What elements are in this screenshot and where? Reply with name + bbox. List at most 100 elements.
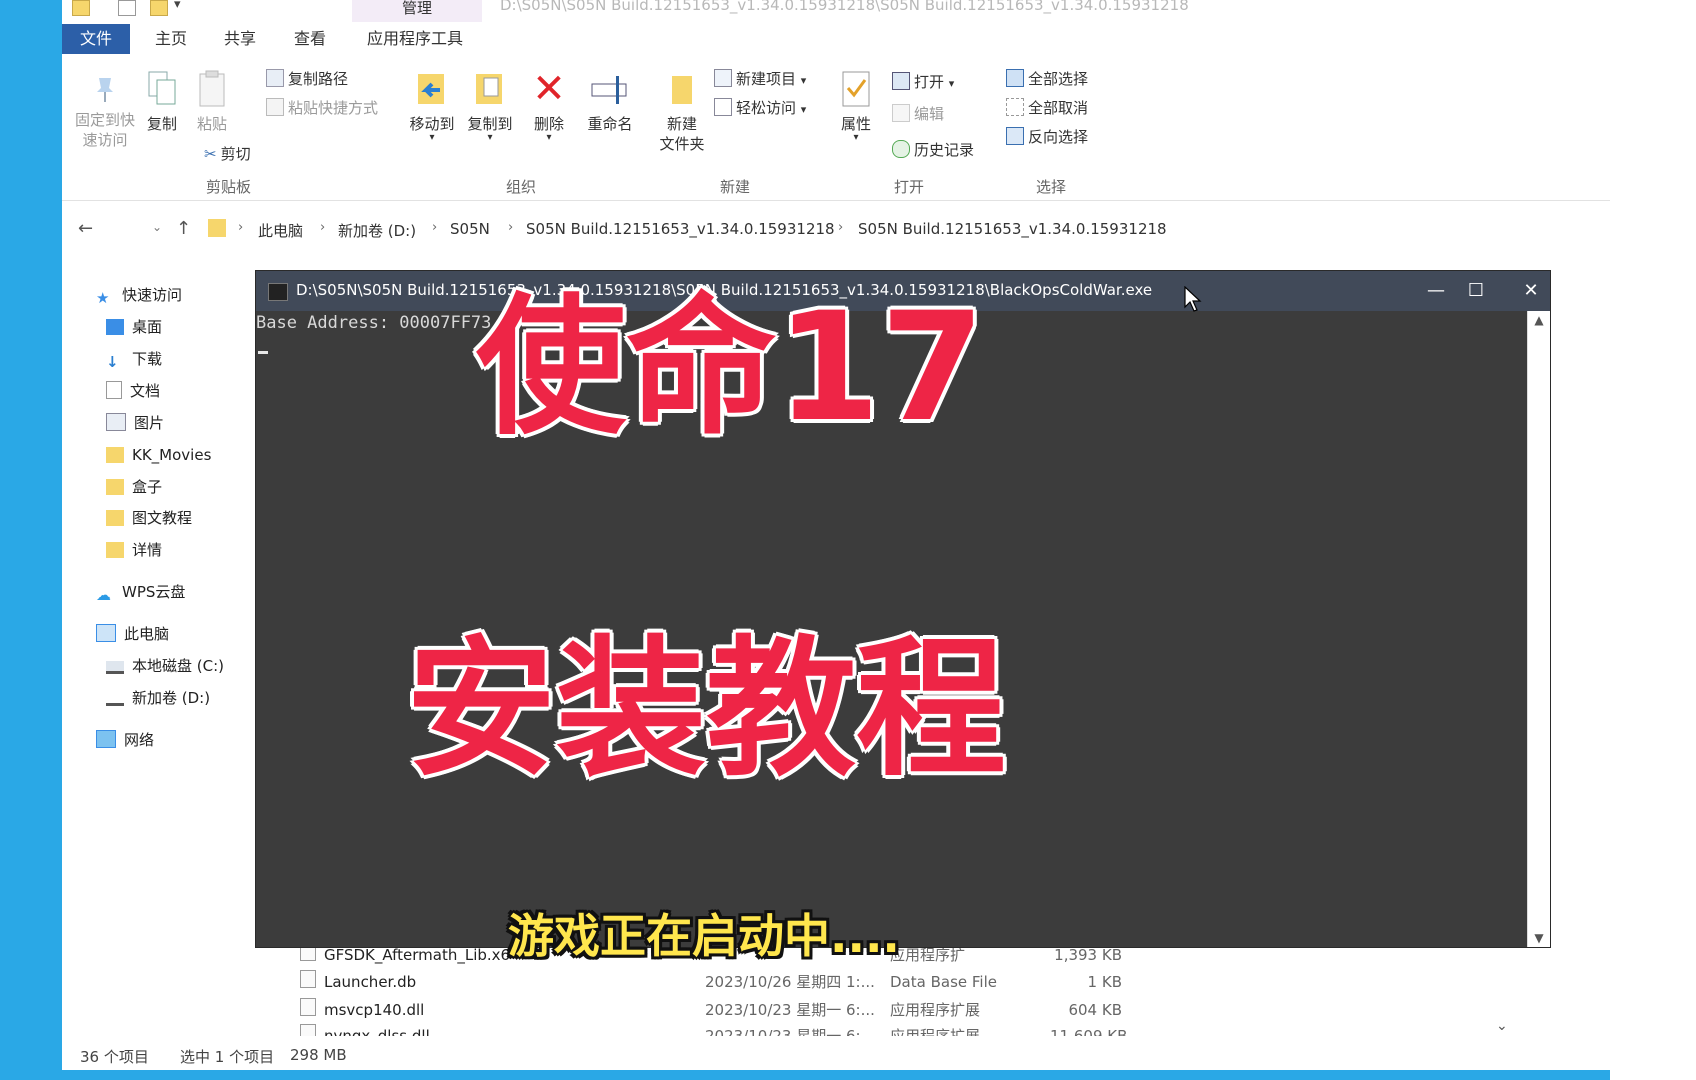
delete-x-icon: ✕ [532, 66, 566, 112]
picture-icon [106, 413, 126, 431]
easy-access-button[interactable]: 轻松访问 ▾ [714, 98, 806, 120]
clipboard-group-label: 剪贴板 [206, 178, 252, 196]
properties-check-icon[interactable] [118, 0, 136, 16]
folder-icon [106, 542, 124, 558]
console-scrollbar[interactable]: ▲ ▼ [1527, 311, 1550, 947]
nav-tutorials[interactable]: 图文教程 [106, 507, 192, 529]
chevron-down-icon: ▾ [429, 132, 435, 143]
invert-selection-icon [1006, 127, 1024, 145]
chevron-down-icon: ▾ [948, 77, 955, 90]
tab-home[interactable]: 主页 [155, 24, 187, 54]
up-arrow-icon[interactable]: ↑ [176, 218, 191, 239]
breadcrumb-this-pc[interactable]: 此电脑 [258, 220, 303, 241]
nav-wps-cloud[interactable]: ☁ WPS云盘 [96, 581, 185, 604]
computer-icon [96, 624, 116, 642]
scissors-icon: ✂ [204, 145, 217, 163]
download-arrow-icon: ↓ [106, 353, 119, 371]
dll-file-icon [300, 1024, 316, 1036]
properties-button[interactable]: 属性 ▾ [836, 70, 876, 143]
scroll-down-arrow-icon[interactable]: ▼ [1528, 931, 1550, 945]
nav-desktop[interactable]: 桌面 [106, 316, 162, 338]
invert-selection-button[interactable]: 反向选择 [1006, 127, 1088, 147]
new-item-button[interactable]: 新建项目 ▾ [714, 69, 806, 91]
history-button[interactable]: 历史记录 [892, 140, 974, 160]
recent-chevron-icon[interactable]: ⌄ [152, 220, 162, 234]
breadcrumb-separator-icon: › [320, 220, 326, 235]
scroll-down-chevron-icon[interactable]: ⌄ [1496, 1018, 1508, 1034]
rename-icon [591, 76, 627, 104]
nav-network[interactable]: 网络 [96, 729, 154, 751]
move-to-button[interactable]: 移动到 ▾ [406, 70, 458, 143]
ribbon-tab-bar: 文件 主页 共享 查看 应用程序工具 [62, 24, 1610, 54]
pin-quick-access-button[interactable]: 固定到快 速访问 [70, 74, 140, 150]
selected-size: 298 MB [290, 1046, 347, 1064]
chevron-down-icon[interactable]: ▾ [174, 0, 181, 12]
tab-view[interactable]: 查看 [294, 24, 326, 54]
folder-icon[interactable] [72, 0, 90, 16]
cut-button[interactable]: ✂ 剪切 [204, 144, 251, 164]
tab-app-tools[interactable]: 应用程序工具 [367, 24, 463, 54]
copy-path-button[interactable]: 复制路径 [266, 69, 348, 89]
item-count: 36 个项目 [80, 1048, 149, 1066]
tab-share[interactable]: 共享 [224, 24, 256, 54]
tab-file[interactable]: 文件 [62, 24, 131, 54]
breadcrumb-s05n[interactable]: S05N [450, 220, 490, 238]
breadcrumb-separator-icon: › [838, 220, 844, 235]
copy-icon [148, 71, 176, 105]
new-folder-button[interactable]: 新建 文件夹 [654, 70, 710, 154]
paste-shortcut-icon [266, 98, 284, 116]
back-arrow-icon[interactable]: ← [78, 218, 93, 239]
move-to-icon [418, 74, 444, 104]
drive-icon [106, 661, 124, 674]
select-all-button[interactable]: 全部选择 [1006, 69, 1088, 89]
folder-icon [106, 479, 124, 495]
folder-icon [208, 219, 226, 237]
paste-shortcut-button[interactable]: 粘贴快捷方式 [266, 98, 378, 118]
nav-downloads[interactable]: ↓ 下载 [106, 348, 162, 371]
breadcrumb-build-inner[interactable]: S05N Build.12151653_v1.34.0.15931218 [858, 220, 1167, 238]
copy-button[interactable]: 复制 [142, 70, 182, 134]
dll-file-icon [300, 998, 316, 1016]
select-none-button[interactable]: 全部取消 [1006, 98, 1088, 118]
mouse-cursor-icon [1184, 286, 1202, 312]
nav-pictures[interactable]: 图片 [106, 412, 164, 434]
nav-new-volume-d[interactable]: 新加卷 (D:) [106, 687, 210, 709]
nav-local-disk-c[interactable]: 本地磁盘 (C:) [106, 655, 224, 677]
close-button[interactable]: ✕ [1511, 277, 1551, 305]
new-folder-icon[interactable] [150, 0, 168, 16]
file-row[interactable]: nvngx_dlss.dll 2023/10/23 星期一 6:... 应用程序… [300, 1024, 1160, 1036]
desktop-bottom-strip [0, 1070, 1610, 1080]
delete-button[interactable]: ✕ 删除 ▾ [528, 66, 570, 143]
maximize-button[interactable]: ☐ [1456, 277, 1496, 305]
open-button[interactable]: 打开 ▾ [892, 72, 954, 94]
file-row[interactable]: Launcher.db 2023/10/26 星期四 1:... Data Ba… [300, 970, 1160, 994]
minimize-button[interactable]: — [1416, 277, 1456, 305]
breadcrumb-separator-icon: › [508, 220, 514, 235]
easy-access-icon [714, 98, 732, 116]
nav-box[interactable]: 盒子 [106, 476, 162, 498]
file-row[interactable]: msvcp140.dll 2023/10/23 星期一 6:... 应用程序扩展… [300, 998, 1160, 1022]
paste-button[interactable]: 粘贴 [190, 70, 234, 134]
edit-button[interactable]: 编辑 [892, 104, 944, 124]
chevron-down-icon: ▾ [800, 74, 807, 87]
breadcrumb-build[interactable]: S05N Build.12151653_v1.34.0.15931218 [526, 220, 835, 238]
rename-button[interactable]: 重命名 [582, 70, 638, 134]
cloud-icon: ☁ [96, 586, 111, 604]
overlay-title-line2: 安装教程 [406, 623, 1007, 797]
manage-contextual-tab[interactable]: 管理 [352, 0, 482, 22]
nav-kk-movies[interactable]: KK_Movies [106, 444, 211, 466]
copy-to-icon [476, 74, 502, 104]
nav-this-pc[interactable]: 此电脑 [96, 623, 169, 645]
star-icon: ★ [96, 289, 110, 307]
copy-to-button[interactable]: 复制到 ▾ [464, 70, 516, 143]
new-group-label: 新建 [720, 178, 751, 196]
nav-details[interactable]: 详情 [106, 539, 162, 561]
chevron-down-icon: ▾ [487, 132, 493, 143]
nav-quick-access[interactable]: ★ 快速访问 [96, 284, 182, 307]
scroll-up-arrow-icon[interactable]: ▲ [1528, 313, 1550, 327]
breadcrumb-drive-d[interactable]: 新加卷 (D:) [338, 220, 416, 241]
chevron-down-icon: ▾ [800, 103, 807, 116]
nav-documents[interactable]: 文档 [106, 380, 160, 402]
select-all-icon [1006, 69, 1024, 87]
select-none-icon [1006, 98, 1024, 116]
